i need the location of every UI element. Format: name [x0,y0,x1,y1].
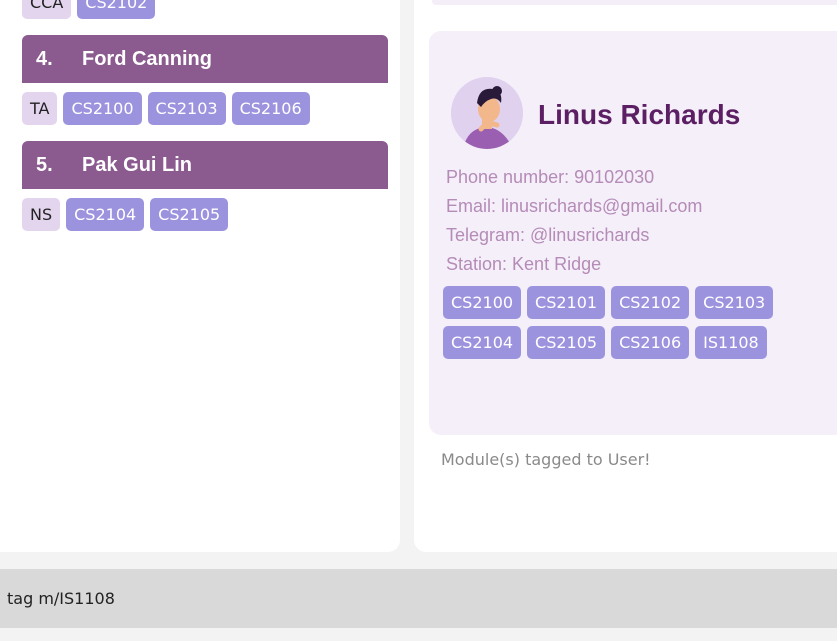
module-tag: CS2100 [63,92,142,125]
person-name: Ford Canning [82,47,212,70]
email: Email: linusrichards@gmail.com [446,196,703,216]
list-item-partial-tags: CCA CS2102 [22,0,156,19]
person-card-header[interactable]: 4. Ford Canning [22,35,388,83]
avatar [451,77,523,149]
station: Station: Kent Ridge [446,254,602,274]
person-tags: NS CS2104 CS2105 [22,198,229,231]
person-card-header[interactable]: 5. Pak Gui Lin [22,141,388,189]
role-tag: NS [22,198,61,231]
result-message: Module(s) tagged to User! [441,450,651,469]
module-tag: CS2104 [443,326,522,359]
avatar-icon [451,77,523,149]
detail-modules-row: CS2104 CS2105 CS2106 IS1108 [443,326,767,359]
module-tag: CS2106 [231,92,310,125]
module-tag: CS2106 [611,326,690,359]
person-index: 4. [36,47,53,70]
person-tags: TA CS2100 CS2103 CS2106 [22,92,310,125]
person-index: 5. [36,153,53,176]
telegram: Telegram: @linusrichards [446,225,650,245]
module-tag: IS1108 [695,326,767,359]
module-tag: CS2103 [695,286,774,319]
role-tag: CCA [22,0,72,19]
command-input[interactable] [0,569,837,628]
detail-top-strip [432,0,837,5]
module-tag: CS2105 [150,198,229,231]
module-tag: CS2103 [147,92,226,125]
module-tag: CS2102 [611,286,690,319]
phone-number: Phone number: 90102030 [446,167,655,187]
module-tag: CS2102 [77,0,156,19]
person-name: Pak Gui Lin [82,153,193,176]
detail-person-name: Linus Richards [538,99,741,130]
module-tag: CS2104 [66,198,145,231]
detail-modules-row: CS2100 CS2101 CS2102 CS2103 [443,286,774,319]
module-tag: CS2100 [443,286,522,319]
role-tag: TA [22,92,58,125]
module-tag: CS2105 [527,326,606,359]
module-tag: CS2101 [527,286,606,319]
